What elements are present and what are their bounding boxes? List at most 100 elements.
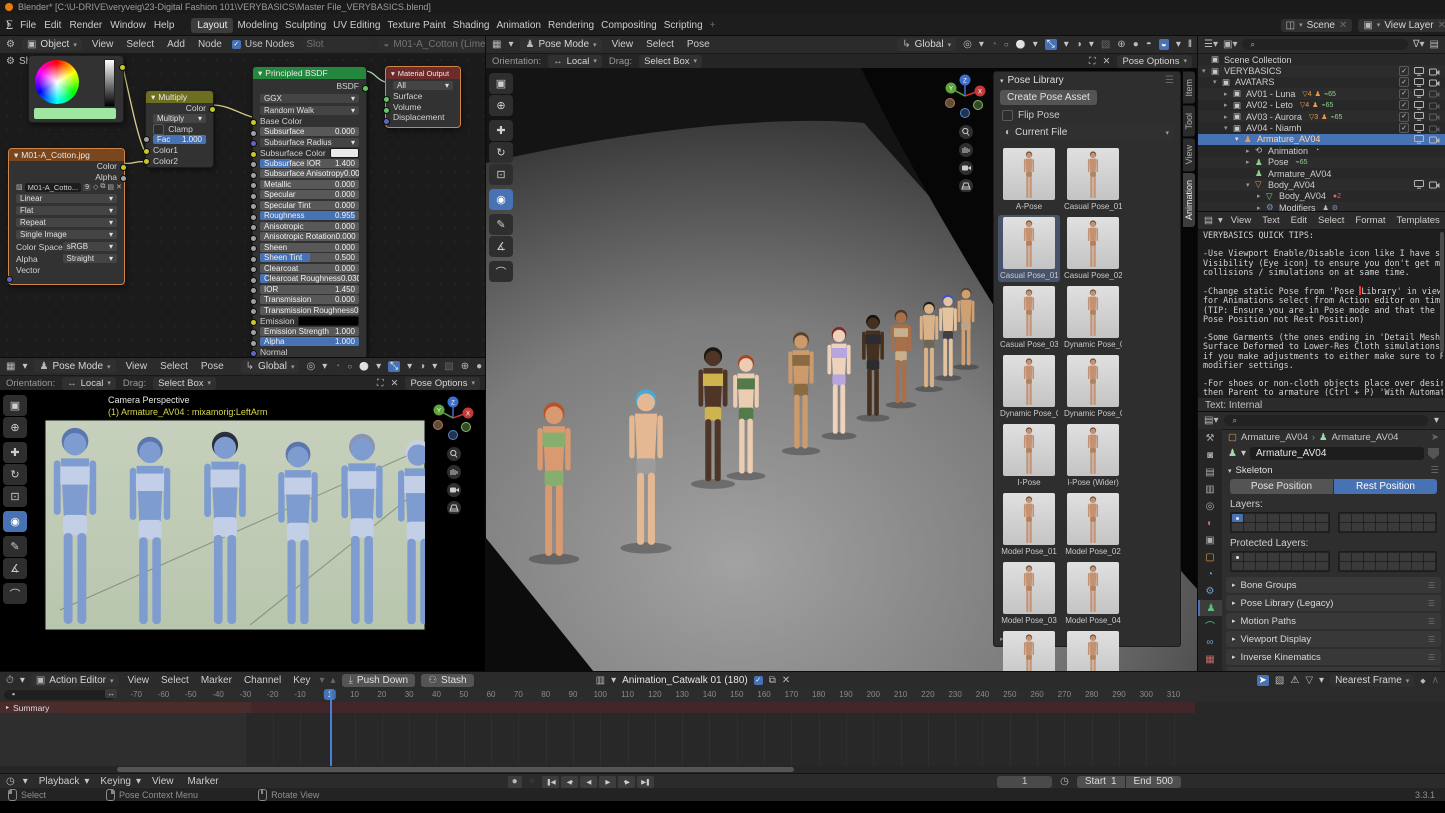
expand-arrow[interactable]: ▸ (1257, 192, 1266, 200)
app-menu-icon[interactable]: ⨊ (6, 19, 13, 32)
image-node-header[interactable]: ▾M01-A_Cotton.jpg (9, 149, 124, 161)
flip-pose-checkbox[interactable]: ✓ (1002, 110, 1013, 121)
projection-dropdown[interactable]: Flat▾ (9, 205, 124, 217)
layer-cell[interactable] (1352, 514, 1363, 522)
multiply-node-header[interactable]: ▾Multiply (146, 91, 213, 103)
editor-type-icon[interactable]: ▦ (6, 361, 15, 372)
menu-marker[interactable]: Marker (184, 776, 221, 787)
layer-cell[interactable] (1292, 562, 1303, 570)
expand-arrow[interactable]: ▸ (1246, 158, 1255, 166)
extension-dropdown[interactable]: Repeat▾ (9, 217, 124, 229)
expand-arrow[interactable]: ▾ (1246, 181, 1255, 189)
bsdf-ior[interactable]: IOR1.450 (253, 284, 366, 295)
layer-cell[interactable] (1388, 523, 1399, 531)
outliner-row[interactable]: ▸♟Pose⌁65 (1198, 157, 1445, 168)
outliner-item-label[interactable]: Modifiers (1279, 203, 1316, 212)
collapse-icon[interactable]: ▾ (258, 68, 262, 79)
material-selector[interactable]: ◒M01-A_Cotton (Lime)✕ (378, 38, 486, 51)
mode-dropdown[interactable]: ♟Pose Mode▾ (520, 38, 601, 51)
layer-cell[interactable] (1292, 514, 1303, 522)
keyframe-icon[interactable]: ◆ (1420, 677, 1425, 685)
outliner-item-label[interactable]: Scene Collection (1224, 55, 1292, 65)
visibility-icon[interactable]: ⚪ (359, 362, 369, 371)
principled-node-header[interactable]: ▾Principled BSDF (253, 67, 366, 79)
select-box-tool[interactable]: ▣ (489, 73, 513, 94)
socket[interactable] (250, 161, 257, 168)
start-frame-field[interactable]: Start 1 (1077, 776, 1125, 788)
drag-dropdown[interactable]: Select Box▾ (639, 55, 702, 68)
socket[interactable] (250, 277, 257, 284)
layer-cell[interactable] (1244, 523, 1255, 531)
layer-cell[interactable] (1232, 523, 1243, 531)
editor-type-icon[interactable]: ⏱ (6, 675, 14, 686)
camera-toggle-icon[interactable] (1429, 67, 1440, 76)
camera-toggle-icon[interactable] (1429, 101, 1440, 110)
interp-icon[interactable]: ∧ (1432, 675, 1439, 686)
properties-tab-constraints[interactable]: ⚙ (1198, 583, 1222, 599)
transform-orientation-dropdown[interactable]: ↳Global▾ (241, 360, 300, 373)
flip-pose-row[interactable]: ✓ Flip Pose (994, 106, 1180, 125)
transform-orientation-dropdown[interactable]: ↳Global▾ (897, 38, 956, 51)
channel-search[interactable]: ⦁ (4, 690, 115, 700)
collapse-icon[interactable]: ▾ (391, 69, 395, 78)
outliner-item-label[interactable]: Body_AV04 (1279, 191, 1326, 201)
down-icon[interactable]: ▾ (319, 675, 324, 686)
menu-text[interactable]: Text (1259, 215, 1282, 226)
layer-cell[interactable] (1280, 514, 1291, 522)
pose-asset[interactable]: Model Pose_01 (998, 491, 1060, 558)
bsdf-anisotropic[interactable]: Anisotropic0.000 (253, 221, 366, 232)
layer-cell[interactable] (1340, 523, 1351, 531)
rotate-tool[interactable]: ↻ (3, 464, 27, 485)
layer-cell[interactable] (1412, 553, 1423, 561)
menu-view[interactable]: View (609, 39, 637, 50)
socket[interactable] (143, 158, 150, 165)
properties-search[interactable]: ⌕ (1224, 415, 1427, 426)
layer-cell[interactable] (1400, 514, 1411, 522)
play-reverse-icon[interactable]: ◀ (580, 776, 597, 788)
properties-tab-view-layer[interactable]: ▥ (1198, 481, 1222, 497)
pause-icon[interactable]: ‖ (1188, 39, 1192, 50)
socket[interactable] (209, 106, 216, 113)
bsdf-normal[interactable]: Normal (253, 347, 366, 358)
editor-type-icon[interactable]: ▦ (492, 39, 501, 50)
proportional-icon[interactable]: ○ (1004, 40, 1009, 49)
source-dropdown[interactable]: Single Image▾ (9, 229, 124, 241)
menu-select[interactable]: Select (643, 39, 677, 50)
pose-thumbnail[interactable] (1003, 631, 1055, 672)
ghost-icon[interactable]: ▧ (1275, 675, 1284, 686)
socket[interactable] (250, 203, 257, 210)
menu-select[interactable]: Select (1315, 215, 1347, 226)
pose-asset[interactable]: Casual Pose_02 (1062, 215, 1124, 282)
sidebar-tab-animation[interactable]: Animation (1183, 173, 1195, 227)
layer-cell[interactable] (1412, 514, 1423, 522)
layer-cell[interactable] (1268, 523, 1279, 531)
display-mode-icon[interactable]: ▣▾ (1223, 39, 1237, 50)
skeleton-panel-header[interactable]: ▾Skeleton ☰ (1222, 461, 1445, 478)
playhead[interactable] (330, 689, 332, 766)
workspace-tab-animation[interactable]: Animation (494, 20, 544, 31)
menu-window[interactable]: Window (107, 20, 149, 31)
bsdf-roughness[interactable]: Roughness0.955 (253, 211, 366, 222)
checkbox-icon[interactable]: ✓ (1399, 66, 1409, 76)
pose-asset[interactable]: Casual Pose_03 (998, 284, 1060, 351)
socket[interactable] (250, 214, 257, 221)
camera-toggle-icon[interactable] (1429, 89, 1440, 98)
clamp-checkbox[interactable] (153, 124, 164, 135)
pose-thumbnail[interactable] (1003, 493, 1055, 545)
armature-layers-grid[interactable] (1338, 512, 1438, 533)
layer-cell[interactable] (1352, 562, 1363, 570)
scale-tool[interactable]: ⊡ (3, 486, 27, 507)
pose-thumbnail[interactable] (1003, 148, 1055, 200)
scale-tool[interactable]: ⊡ (489, 164, 513, 185)
bsdf-clearcoat-roughness[interactable]: Clearcoat Roughness0.030 (253, 274, 366, 285)
view-layer-selector[interactable]: ▣▾ View Layer ✕ (1358, 19, 1445, 32)
outliner-row[interactable]: ▸▽Body_AV04●2 (1198, 191, 1445, 202)
color-space-dropdown[interactable]: sRGB▾ (63, 242, 117, 251)
pose-asset[interactable]: Model Pose_05 (998, 629, 1060, 672)
expand-arrow[interactable]: ▾ (1202, 67, 1211, 75)
dope-sheet-canvas[interactable]: ▸Summary (0, 702, 1445, 766)
pose-asset[interactable]: I-Pose (998, 422, 1060, 489)
menu-node[interactable]: Node (195, 39, 225, 50)
expand-arrow[interactable] (1202, 56, 1211, 63)
layer-cell[interactable] (1256, 553, 1267, 561)
